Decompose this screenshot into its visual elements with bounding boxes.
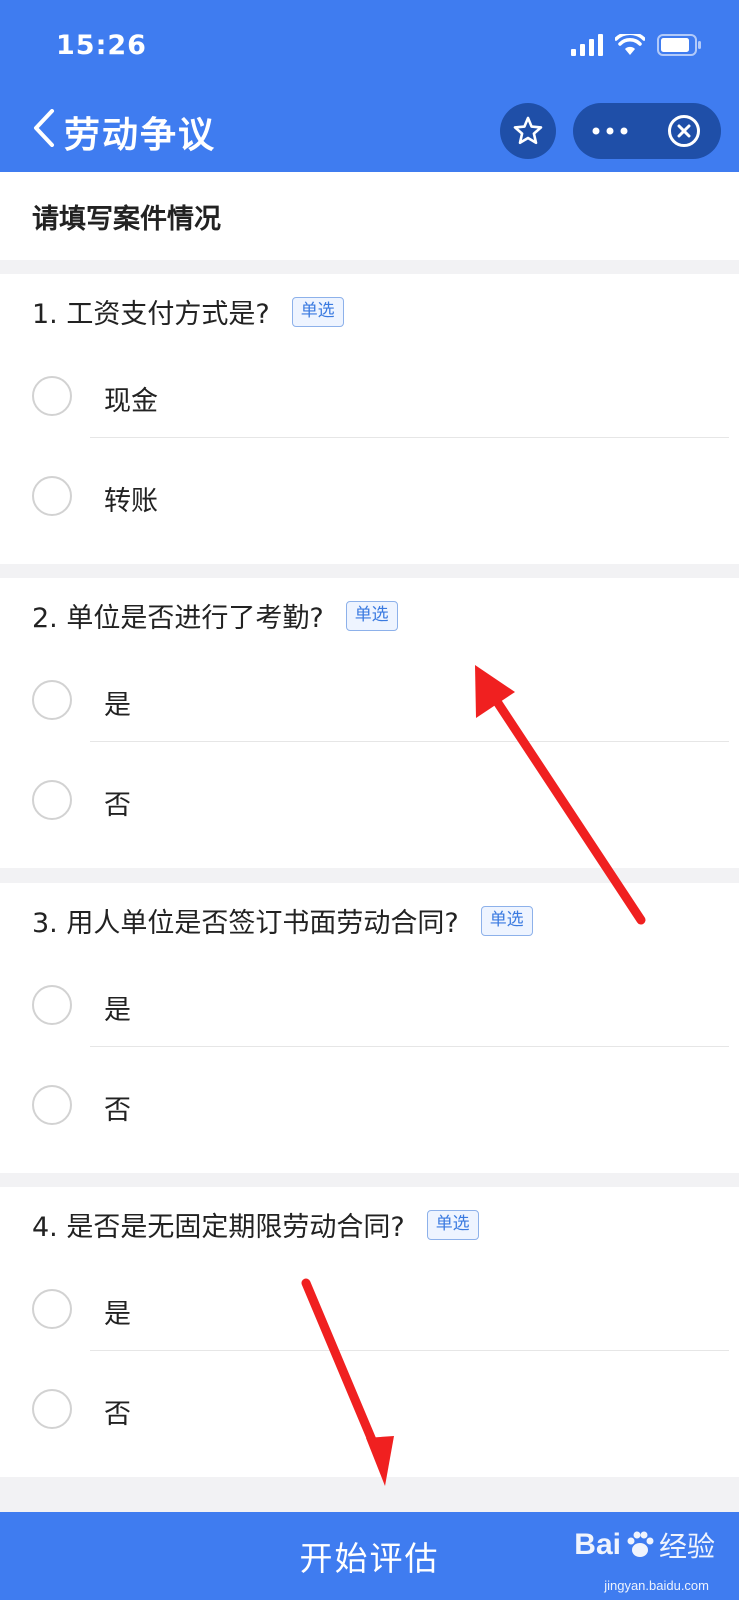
section-header: 请填写案件情况 [0, 172, 739, 260]
question-title: 4. 是否是无固定期限劳动合同? 单选 [32, 1205, 479, 1244]
option-label: 现金 [104, 386, 158, 417]
question-text: 1. 工资支付方式是? [32, 299, 270, 330]
single-choice-tag: 单选 [291, 296, 344, 327]
divider [90, 437, 729, 438]
miniapp-capsule [573, 103, 721, 159]
more-icon [592, 127, 628, 135]
question-text: 4. 是否是无固定期限劳动合同? [32, 1212, 405, 1243]
question-card-1: 1. 工资支付方式是? 单选 现金 转账 [0, 274, 739, 564]
radio-button[interactable] [32, 1289, 72, 1329]
single-choice-tag: 单选 [480, 905, 533, 936]
radio-button[interactable] [32, 680, 72, 720]
favorite-button[interactable] [500, 103, 556, 159]
option-label: 是 [104, 995, 131, 1026]
option-label: 转账 [104, 486, 158, 517]
wifi-icon [615, 34, 645, 55]
radio-button[interactable] [32, 1389, 72, 1429]
start-evaluation-label: 开始评估 [299, 1539, 440, 1578]
option-label: 否 [104, 790, 131, 821]
option-label: 是 [104, 690, 131, 721]
star-icon [513, 116, 543, 145]
radio-button[interactable] [32, 476, 72, 516]
single-choice-tag: 单选 [426, 1209, 479, 1240]
status-icons [571, 34, 703, 56]
watermark-url: jingyan.baidu.com [604, 1578, 709, 1593]
option-no[interactable]: 否 [0, 1359, 739, 1459]
radio-button[interactable] [32, 780, 72, 820]
option-yes[interactable]: 是 [0, 1259, 739, 1359]
option-label: 否 [104, 1399, 131, 1430]
divider [90, 1046, 729, 1047]
option-label: 是 [104, 1299, 131, 1330]
baidu-jingyan-watermark: Bai 经验 [574, 1525, 715, 1565]
baidu-logo: Bai [574, 1528, 621, 1561]
back-icon [34, 109, 54, 147]
option-yes[interactable]: 是 [0, 650, 739, 750]
question-text: 2. 单位是否进行了考勤? [32, 603, 324, 634]
battery-icon [657, 34, 701, 56]
option-transfer[interactable]: 转账 [0, 446, 739, 546]
close-icon [668, 115, 700, 147]
question-card-4: 4. 是否是无固定期限劳动合同? 单选 是 否 [0, 1187, 739, 1477]
section-title: 请填写案件情况 [32, 204, 221, 235]
option-no[interactable]: 否 [0, 750, 739, 850]
option-no[interactable]: 否 [0, 1055, 739, 1155]
question-title: 1. 工资支付方式是? 单选 [32, 292, 344, 331]
divider [90, 741, 729, 742]
radio-button[interactable] [32, 1085, 72, 1125]
back-button[interactable] [30, 108, 58, 148]
question-card-2: 2. 单位是否进行了考勤? 单选 是 否 [0, 578, 739, 868]
radio-button[interactable] [32, 985, 72, 1025]
question-title: 3. 用人单位是否签订书面劳动合同? 单选 [32, 901, 533, 940]
page-title: 劳动争议 [64, 115, 217, 156]
option-yes[interactable]: 是 [0, 955, 739, 1055]
watermark-text: 经验 [658, 1530, 715, 1563]
option-cash[interactable]: 现金 [0, 346, 739, 446]
close-button[interactable] [647, 103, 721, 159]
radio-button[interactable] [32, 376, 72, 416]
status-time: 15:26 [56, 30, 147, 61]
question-card-3: 3. 用人单位是否签订书面劳动合同? 单选 是 否 [0, 883, 739, 1173]
question-text: 3. 用人单位是否签订书面劳动合同? [32, 908, 459, 939]
app-header: 15:26 劳动争议 [0, 0, 739, 172]
signal-icon [571, 34, 603, 56]
single-choice-tag: 单选 [345, 600, 398, 631]
divider [90, 1350, 729, 1351]
more-button[interactable] [573, 103, 647, 159]
paw-icon [627, 1531, 654, 1557]
option-label: 否 [104, 1095, 131, 1126]
question-title: 2. 单位是否进行了考勤? 单选 [32, 596, 398, 635]
